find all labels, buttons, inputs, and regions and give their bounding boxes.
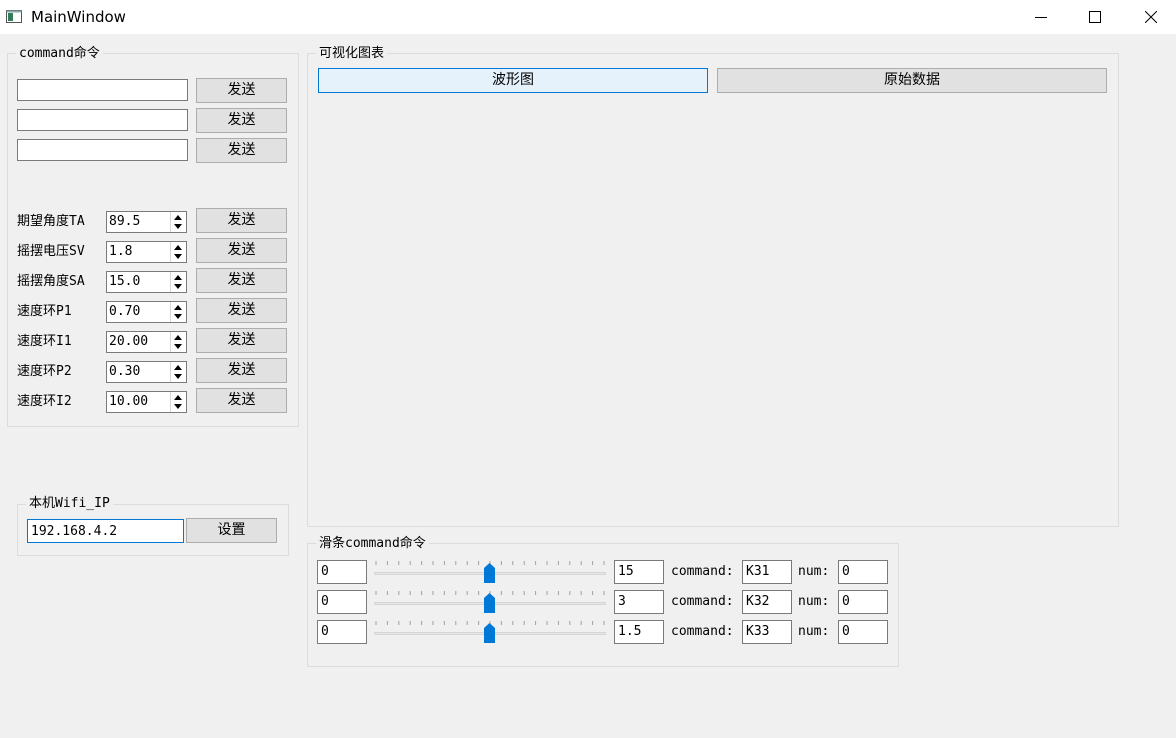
slider-num-field[interactable]: 0 [838, 620, 888, 644]
close-button[interactable] [1128, 0, 1174, 34]
command-send-button-3[interactable]: 发送 [196, 138, 287, 163]
window-title: MainWindow [31, 8, 126, 26]
command-input-2[interactable] [17, 109, 188, 131]
spin-arrows[interactable] [170, 242, 186, 262]
param-spinbox[interactable]: 1.8 [106, 241, 187, 263]
command-send-button-2[interactable]: 发送 [196, 108, 287, 133]
spin-arrows[interactable] [170, 392, 186, 412]
slider-max-field[interactable]: 1.5 [614, 620, 664, 644]
tab-waveform[interactable]: 波形图 [318, 68, 708, 93]
tab-raw-data[interactable]: 原始数据 [717, 68, 1107, 93]
slider-min-field[interactable]: 0 [317, 620, 367, 644]
title-bar: MainWindow [0, 0, 1176, 34]
param-send-button[interactable]: 发送 [196, 328, 287, 353]
spin-arrows[interactable] [170, 332, 186, 352]
param-label: 摇摆电压SV [17, 244, 85, 259]
slider-handle[interactable] [484, 593, 495, 613]
param-send-button[interactable]: 发送 [196, 238, 287, 263]
param-value: 20.00 [109, 334, 149, 349]
command-group-title: command命令 [16, 46, 103, 62]
command-send-button-1[interactable]: 发送 [196, 78, 287, 103]
spin-down-icon[interactable] [174, 254, 182, 259]
num-label: num: [798, 594, 830, 609]
param-spinbox[interactable]: 15.0 [106, 271, 187, 293]
slider-command-field[interactable]: K32 [742, 590, 792, 614]
spin-up-icon[interactable] [174, 365, 182, 370]
slider-handle[interactable] [484, 623, 495, 643]
num-label: num: [798, 564, 830, 579]
spin-up-icon[interactable] [174, 395, 182, 400]
slider-handle[interactable] [484, 563, 495, 583]
param-label: 速度环P2 [17, 364, 72, 379]
command-label: command: [671, 624, 734, 639]
param-value: 89.5 [109, 214, 141, 229]
param-spinbox[interactable]: 0.70 [106, 301, 187, 323]
app-icon [6, 10, 22, 23]
chart-group-title: 可视化图表 [316, 46, 388, 62]
wifi-ip-input[interactable] [27, 519, 184, 543]
close-icon [1145, 11, 1157, 23]
slider-max-field[interactable]: 15 [614, 560, 664, 584]
command-label: command: [671, 594, 734, 609]
chart-area [318, 100, 1107, 515]
param-label: 速度环I2 [17, 394, 72, 409]
param-value: 0.30 [109, 364, 141, 379]
minimize-icon [1035, 17, 1047, 18]
spin-up-icon[interactable] [174, 275, 182, 280]
minimize-button[interactable] [1018, 0, 1064, 34]
spin-down-icon[interactable] [174, 344, 182, 349]
spin-arrows[interactable] [170, 362, 186, 382]
spin-down-icon[interactable] [174, 224, 182, 229]
param-send-button[interactable]: 发送 [196, 388, 287, 413]
command-label: command: [671, 564, 734, 579]
num-label: num: [798, 624, 830, 639]
param-send-button[interactable]: 发送 [196, 268, 287, 293]
spin-arrows[interactable] [170, 302, 186, 322]
param-label: 摇摆角度SA [17, 274, 85, 289]
param-value: 0.70 [109, 304, 141, 319]
spin-up-icon[interactable] [174, 335, 182, 340]
slider-command-field[interactable]: K33 [742, 620, 792, 644]
wifi-set-button[interactable]: 设置 [186, 518, 277, 543]
param-spinbox[interactable]: 10.00 [106, 391, 187, 413]
maximize-button[interactable] [1072, 0, 1118, 34]
param-send-button[interactable]: 发送 [196, 298, 287, 323]
slider-num-field[interactable]: 0 [838, 590, 888, 614]
wifi-group-title: 本机Wifi_IP [26, 496, 113, 512]
param-value: 10.00 [109, 394, 149, 409]
spin-down-icon[interactable] [174, 284, 182, 289]
slider-max-field[interactable]: 3 [614, 590, 664, 614]
spin-up-icon[interactable] [174, 305, 182, 310]
command-slider[interactable] [372, 620, 608, 644]
spin-up-icon[interactable] [174, 215, 182, 220]
command-input-1[interactable] [17, 79, 188, 101]
param-send-button[interactable]: 发送 [196, 358, 287, 383]
slider-num-field[interactable]: 0 [838, 560, 888, 584]
param-label: 期望角度TA [17, 214, 85, 229]
command-input-3[interactable] [17, 139, 188, 161]
spin-down-icon[interactable] [174, 404, 182, 409]
spin-down-icon[interactable] [174, 374, 182, 379]
maximize-icon [1089, 11, 1101, 23]
slider-min-field[interactable]: 0 [317, 590, 367, 614]
param-spinbox[interactable]: 89.5 [106, 211, 187, 233]
command-slider[interactable] [372, 560, 608, 584]
slider-group-title: 滑条command命令 [316, 536, 429, 552]
spin-arrows[interactable] [170, 272, 186, 292]
command-slider[interactable] [372, 590, 608, 614]
slider-min-field[interactable]: 0 [317, 560, 367, 584]
slider-command-field[interactable]: K31 [742, 560, 792, 584]
spin-down-icon[interactable] [174, 314, 182, 319]
param-value: 1.8 [109, 244, 133, 259]
spin-up-icon[interactable] [174, 245, 182, 250]
param-send-button[interactable]: 发送 [196, 208, 287, 233]
param-spinbox[interactable]: 0.30 [106, 361, 187, 383]
param-label: 速度环P1 [17, 304, 72, 319]
spin-arrows[interactable] [170, 212, 186, 232]
param-value: 15.0 [109, 274, 141, 289]
param-spinbox[interactable]: 20.00 [106, 331, 187, 353]
param-label: 速度环I1 [17, 334, 72, 349]
